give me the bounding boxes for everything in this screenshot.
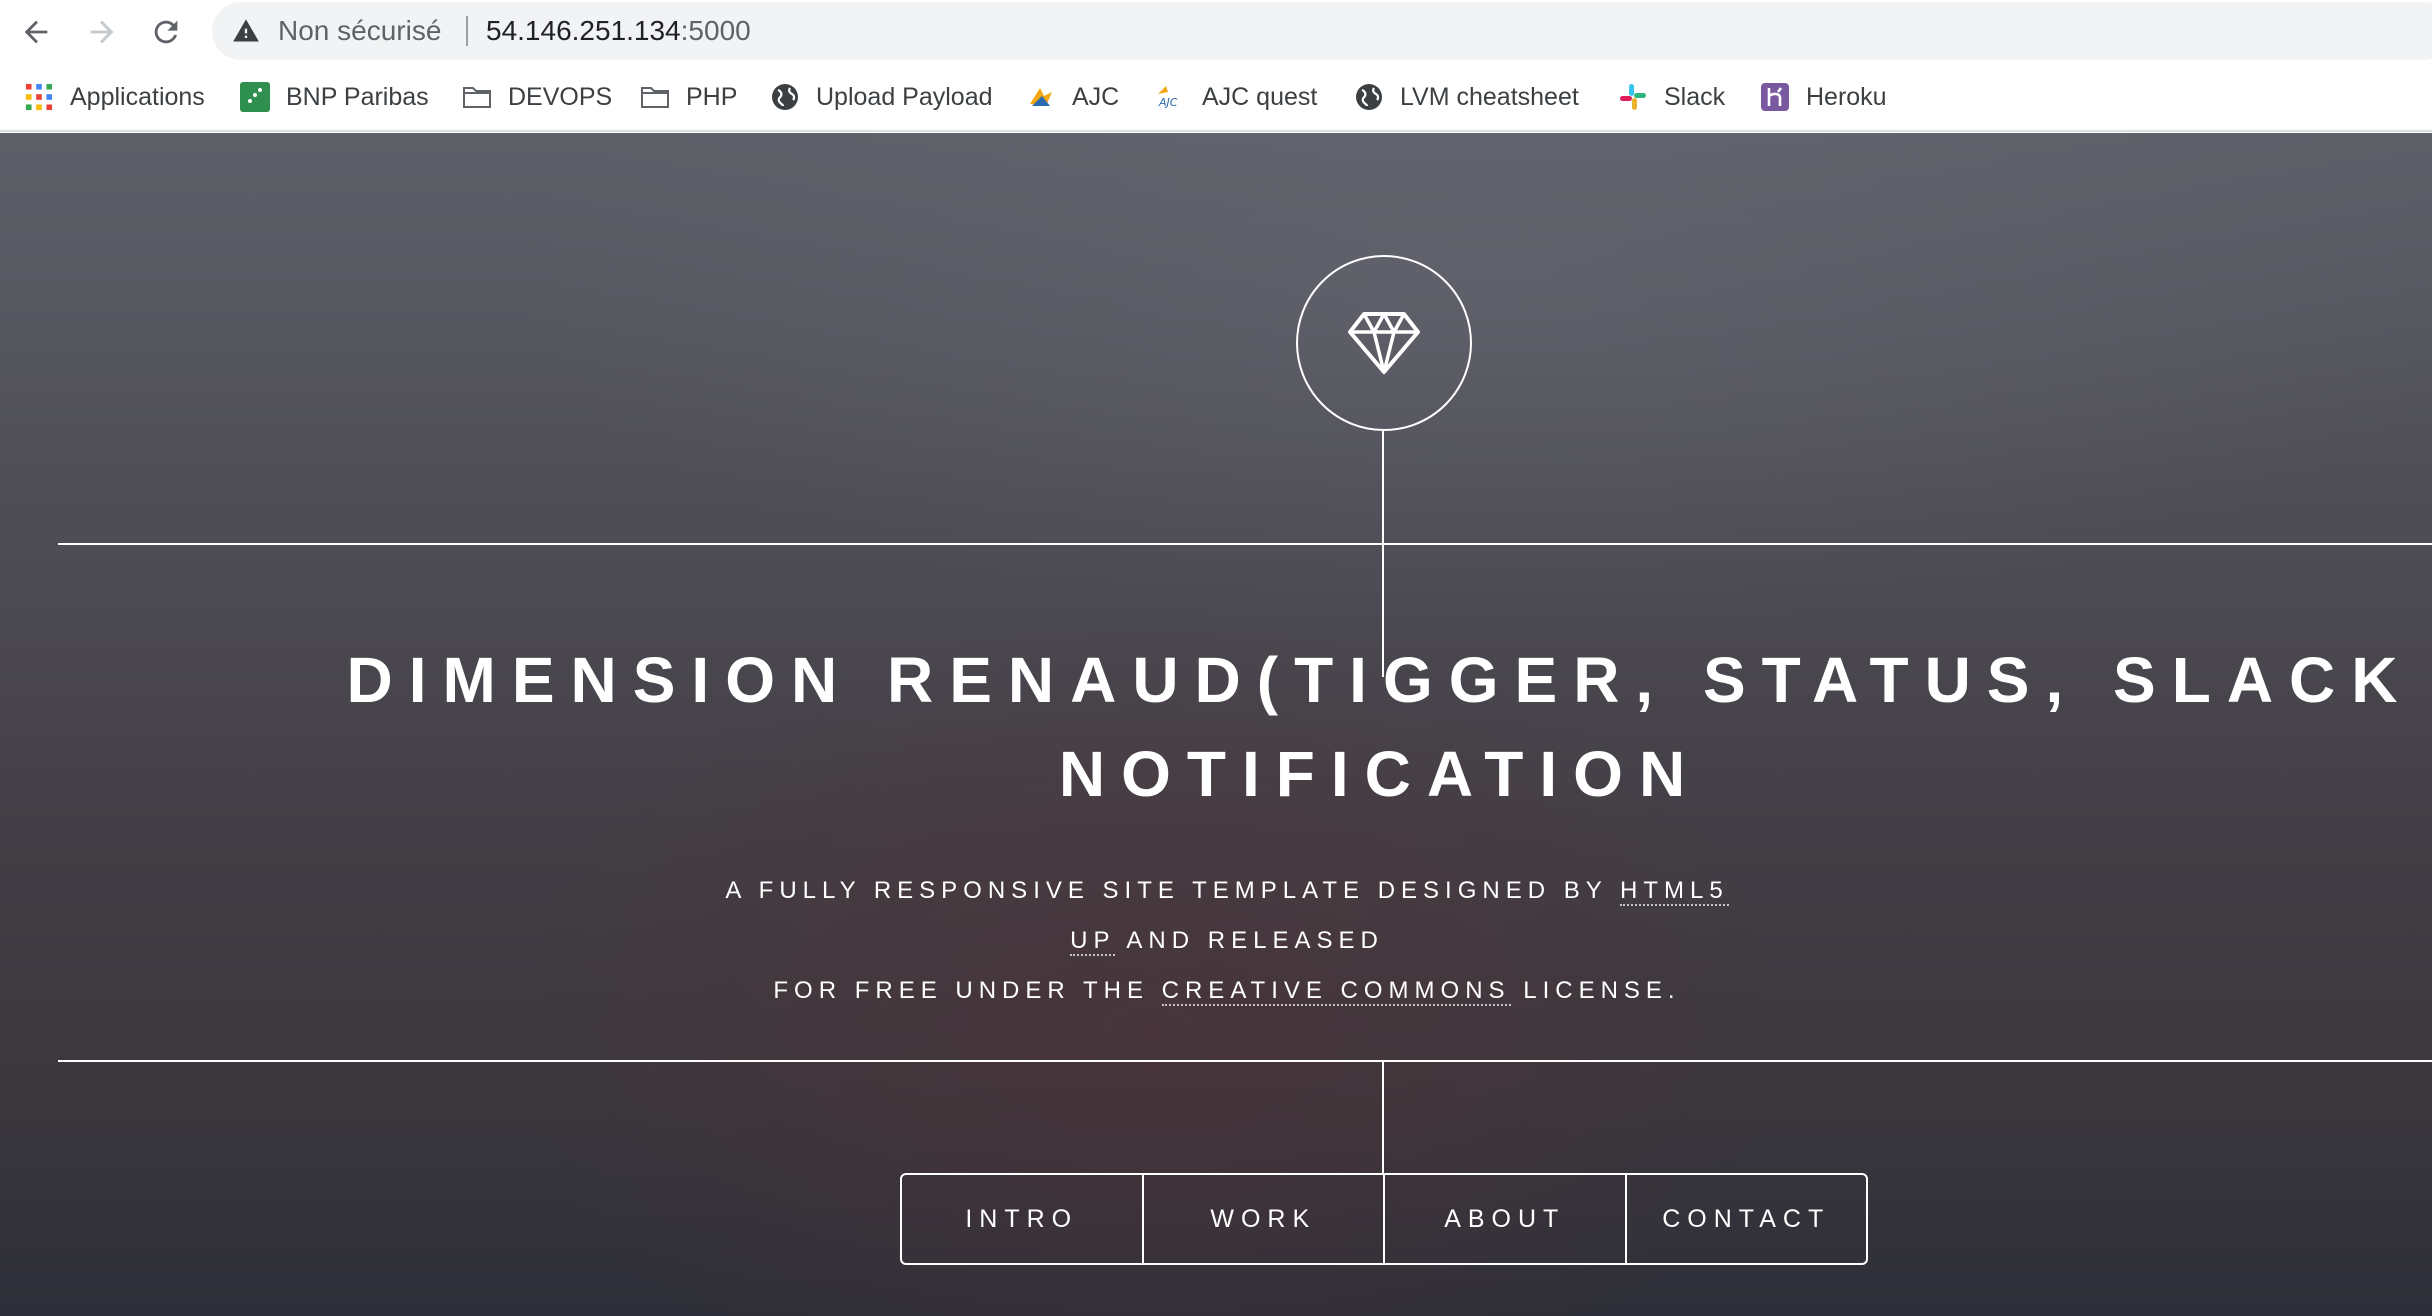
address-divider (466, 16, 468, 46)
creative-commons-link[interactable]: Creative Commons (1161, 977, 1511, 1006)
nav-contact[interactable]: Contact (1624, 1175, 1867, 1263)
ajc-favicon: AJC (1156, 82, 1186, 112)
title-line-2: NOTIFICATION (1058, 738, 1702, 810)
bookmark-label: Upload Payload (816, 82, 993, 111)
nav-work[interactable]: Work (1141, 1175, 1384, 1263)
slack-favicon (1618, 82, 1648, 112)
logo (1296, 255, 1472, 431)
divider-top (58, 543, 2432, 545)
bookmark-devops[interactable]: DEVOPS (462, 78, 612, 116)
forward-button[interactable] (78, 8, 126, 56)
connector-bottom (1382, 1060, 1384, 1173)
bookmark-label: DEVOPS (508, 82, 613, 111)
bookmark-bnp-paribas[interactable]: BNP Paribas (240, 78, 429, 116)
page-title: DIMENSION RENAUD(TIGGER, STATUS, SLACK N… (60, 633, 2432, 821)
nav-intro[interactable]: Intro (902, 1175, 1142, 1263)
bookmark-heroku[interactable]: Heroku (1760, 78, 1887, 116)
forward-arrow-icon (90, 20, 114, 44)
bookmark-ajc[interactable]: AJC (1026, 78, 1119, 116)
bookmark-applications[interactable]: Applications (24, 78, 205, 116)
bnp-favicon (240, 82, 270, 112)
bookmark-label: PHP (686, 82, 738, 111)
bookmark-php[interactable]: PHP (640, 78, 737, 116)
title-line-1: DIMENSION RENAUD(TIGGER, STATUS, SLACK (346, 644, 2414, 716)
folder-icon (640, 82, 670, 112)
bookmark-lvm-cheatsheet[interactable]: LVM cheatsheet (1354, 78, 1579, 116)
bookmark-label: AJC (1072, 82, 1120, 111)
url-host: 54.146.251.134 (486, 15, 681, 46)
bookmark-label: AJC quest (1202, 82, 1318, 111)
bookmarks-bar: Applications BNP Paribas DEVOPS PHP Uplo… (0, 64, 2432, 132)
security-label[interactable]: Non sécurisé (278, 14, 441, 48)
warning-icon (233, 19, 259, 42)
main-nav: Intro Work About Contact (900, 1173, 1868, 1265)
apps-grid-icon (24, 82, 54, 112)
tagline-text: for free under the (773, 977, 1162, 1004)
reload-button[interactable] (142, 8, 190, 56)
folder-icon (462, 82, 492, 112)
globe-icon (770, 82, 800, 112)
back-arrow-icon (24, 20, 48, 44)
bookmark-slack[interactable]: Slack (1618, 78, 1725, 116)
url-port: :5000 (680, 15, 751, 46)
bookmark-upload-payload[interactable]: Upload Payload (770, 78, 993, 116)
tagline-text: and released (1115, 927, 1384, 954)
reload-icon (154, 20, 178, 44)
tagline: A fully responsive site template designe… (700, 866, 1754, 1016)
globe-icon (1354, 82, 1384, 112)
diamond-icon (1348, 312, 1420, 374)
browser-toolbar: Non sécurisé 54.146.251.134:5000 (0, 0, 2432, 64)
url-text[interactable]: 54.146.251.134:5000 (486, 14, 751, 48)
bookmark-label: BNP Paribas (286, 82, 429, 111)
bookmark-ajc-quest[interactable]: AJC AJC quest (1156, 78, 1317, 116)
tagline-text: license. (1510, 977, 1681, 1004)
ajc-favicon (1026, 82, 1056, 112)
back-button[interactable] (12, 8, 60, 56)
bookmark-label: Applications (70, 82, 205, 111)
svg-text:AJC: AJC (1158, 96, 1178, 109)
bookmark-label: LVM cheatsheet (1400, 82, 1579, 111)
bookmark-label: Slack (1664, 82, 1726, 111)
bookmark-label: Heroku (1806, 82, 1887, 111)
tagline-text: A fully responsive site template designe… (725, 877, 1620, 904)
page-content: DIMENSION RENAUD(TIGGER, STATUS, SLACK N… (0, 133, 2432, 1316)
heroku-favicon (1760, 82, 1790, 112)
divider-bottom (58, 1060, 2432, 1062)
address-bar[interactable]: Non sécurisé 54.146.251.134:5000 (212, 2, 2432, 60)
nav-about[interactable]: About (1383, 1175, 1625, 1263)
